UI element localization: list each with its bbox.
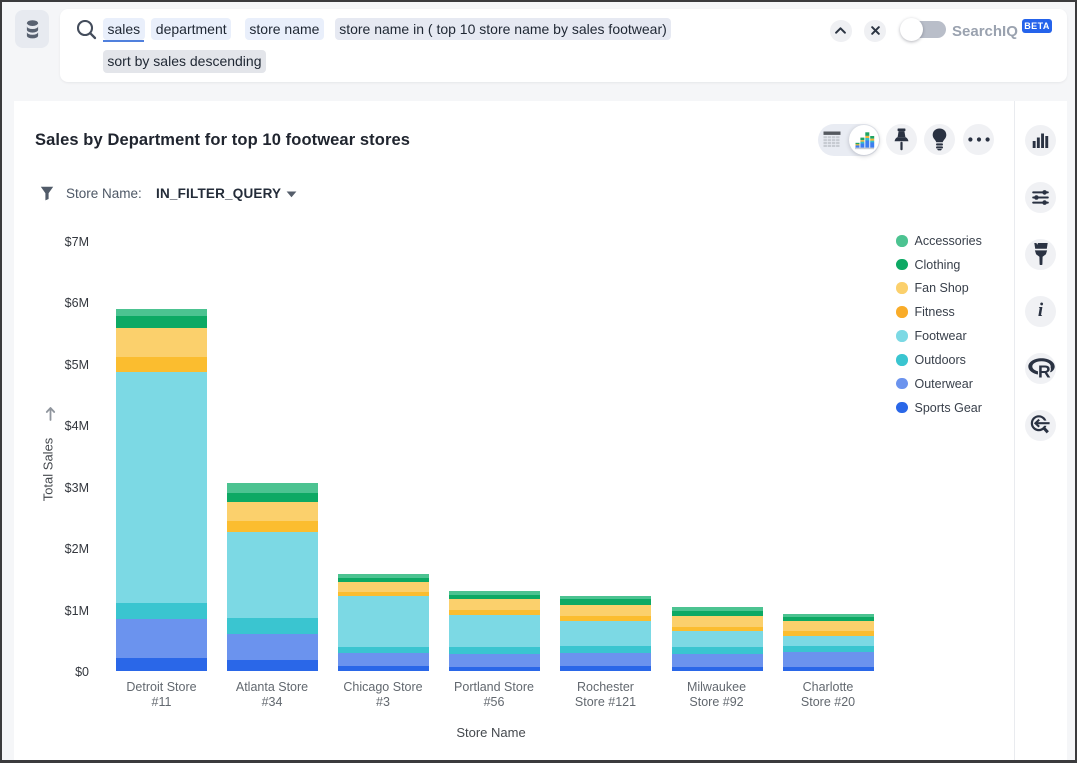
svg-text:R: R <box>1038 361 1051 379</box>
